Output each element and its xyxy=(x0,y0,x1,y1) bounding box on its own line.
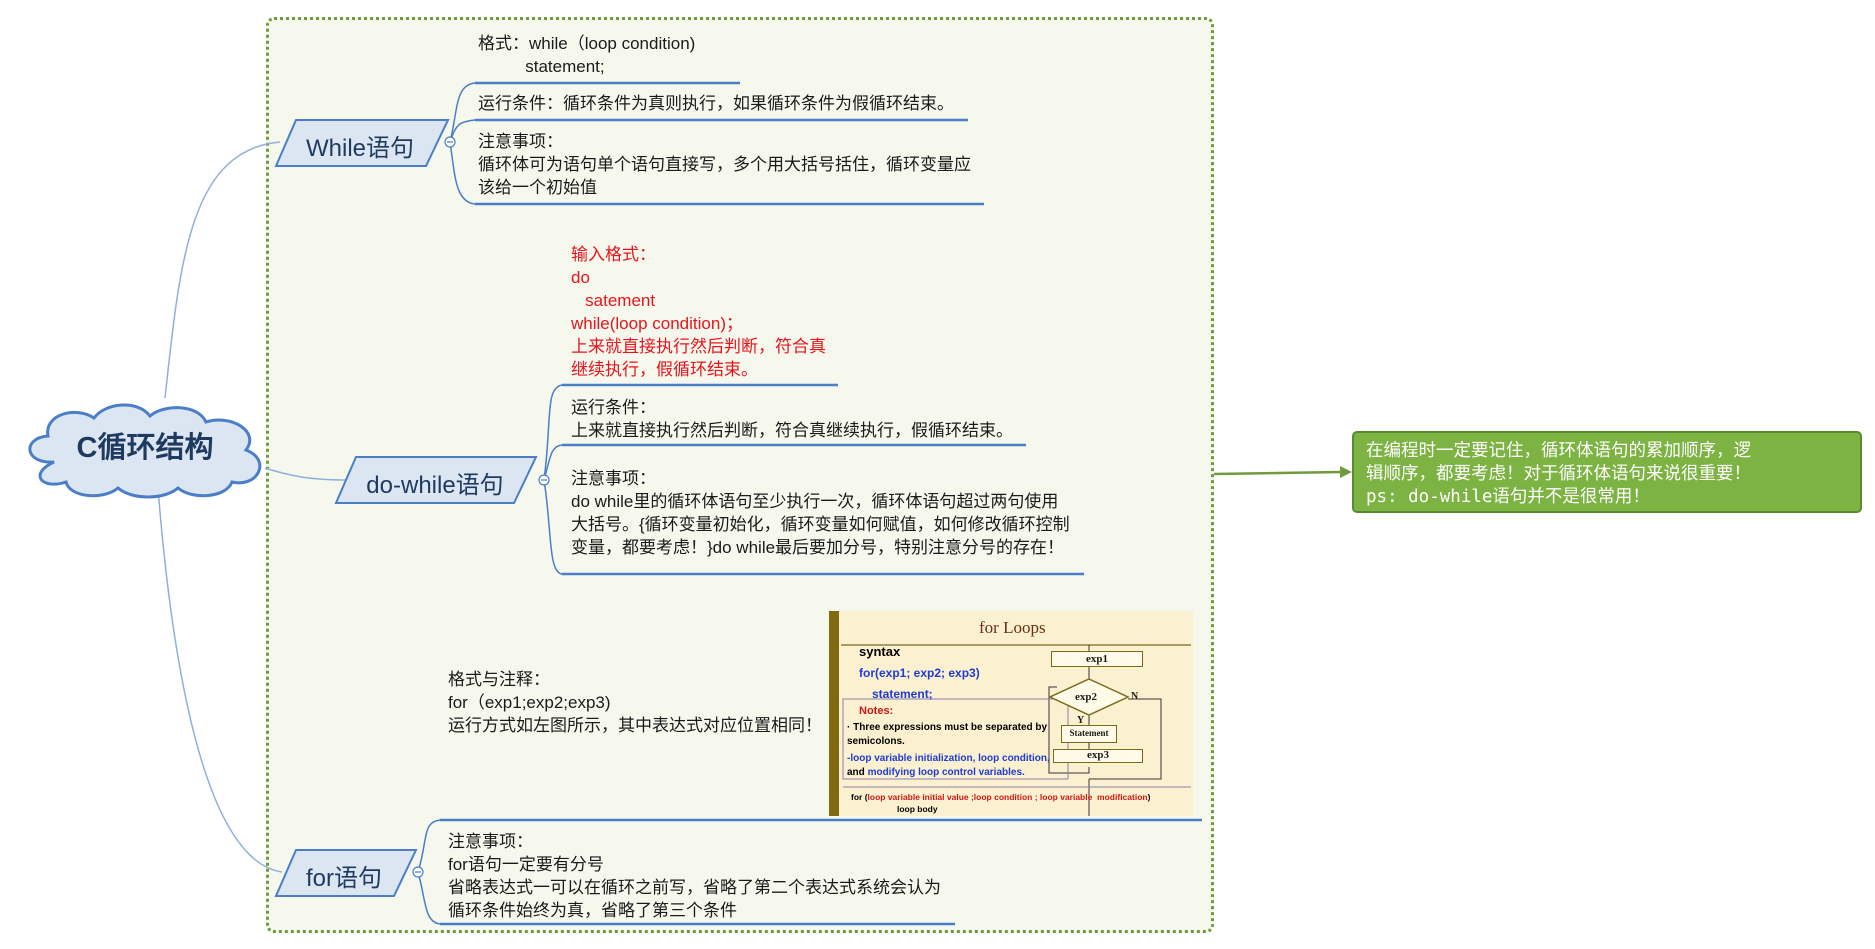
figure-title: for Loops xyxy=(979,618,1046,637)
while-notes-text: 注意事项： 循环体可为语句单个语句直接写，多个用大括号括住，循环变量应 该给一个… xyxy=(478,132,971,197)
figure-label-n: N xyxy=(1131,691,1139,702)
figure-code-line-2: statement; xyxy=(872,687,933,701)
figure-code-line-1: for(exp1; exp2; exp3) xyxy=(859,666,980,680)
dowhile-format-text: 输入格式： do satement while(loop condition)；… xyxy=(571,245,826,379)
figure-note-2a: -loop variable initialization, loop cond… xyxy=(847,753,1050,764)
figure-syntax-label: syntax xyxy=(859,644,901,659)
connector-root-for xyxy=(157,487,283,873)
for-loop-figure: for Loops syntax for(exp1; exp2; exp3) s… xyxy=(829,611,1193,816)
figure-loop-body-label: loop body xyxy=(897,804,938,814)
while-condition-text: 运行条件：循环条件为真则执行，如果循环条件为假循环结束。 xyxy=(478,94,954,113)
dowhile-notes-text: 注意事项： do while里的循环体语句至少执行一次，循环体语句超过两句使用 … xyxy=(571,469,1070,557)
figure-box-statement: Statement xyxy=(1061,725,1117,743)
for-format-text: 格式与注释： for（exp1;exp2;exp3) 运行方式如左图所示，其中表… xyxy=(448,670,822,735)
while-branch-label[interactable]: While语句 xyxy=(290,128,430,163)
figure-diamond-exp2: exp2 xyxy=(1075,691,1097,703)
summary-note[interactable]: 在编程时一定要记住，循环体语句的累加顺序，逻 辑顺序，都要考虑！对于循环体语句来… xyxy=(1352,431,1862,513)
figure-box-exp1: exp1 xyxy=(1051,651,1143,667)
dowhile-branch-label[interactable]: do-while语句 xyxy=(352,465,518,500)
root-topic[interactable]: C循环结构 xyxy=(60,424,230,466)
figure-note-2b: and modifying loop control variables. xyxy=(847,767,1025,778)
while-format-text: 格式：while（loop condition) statement; xyxy=(478,34,696,76)
dowhile-condition-text: 运行条件： 上来就直接执行然后判断，符合真继续执行，假循环结束。 xyxy=(571,398,1013,440)
for-branch-label[interactable]: for语句 xyxy=(290,858,398,893)
figure-note-1b: semicolons. xyxy=(847,736,905,747)
figure-note-1: · Three expressions must be separated by xyxy=(847,722,1048,733)
mind-map-canvas: C循环结构 While语句 格式：while（loop condition) s… xyxy=(0,0,1875,949)
connector-root-while xyxy=(164,141,281,399)
figure-bottom-line: for (loop variable initial value ;loop c… xyxy=(851,792,1151,802)
figure-notes-title: Notes: xyxy=(859,705,894,717)
for-notes-text: 注意事项： for语句一定要有分号 省略表达式一可以在循环之前写，省略了第二个表… xyxy=(448,832,941,920)
figure-box-exp3: exp3 xyxy=(1053,749,1143,763)
